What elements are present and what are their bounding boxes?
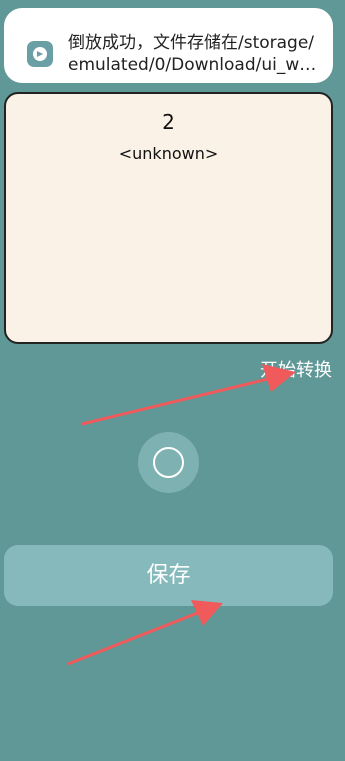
save-button[interactable]: 保存	[4, 545, 333, 606]
toast-message: 倒放成功，文件存储在/storage/ emulated/0/Download/…	[68, 32, 318, 76]
track-number: 2	[162, 110, 175, 134]
progress-spinner[interactable]	[138, 432, 199, 493]
start-convert-button[interactable]: 开始转换	[260, 356, 332, 382]
toast-line-2: emulated/0/Download/ui_wi…	[68, 55, 318, 75]
loading-ring-icon	[153, 447, 184, 478]
app-icon	[27, 41, 53, 67]
audio-info-card: 2 <unknown>	[4, 92, 333, 344]
toast-line-1: 倒放成功，文件存储在/storage/	[68, 33, 315, 53]
notification-toast: 倒放成功，文件存储在/storage/ emulated/0/Download/…	[4, 8, 333, 83]
annotation-arrow-save	[67, 600, 223, 666]
artist-label: <unknown>	[118, 144, 219, 163]
